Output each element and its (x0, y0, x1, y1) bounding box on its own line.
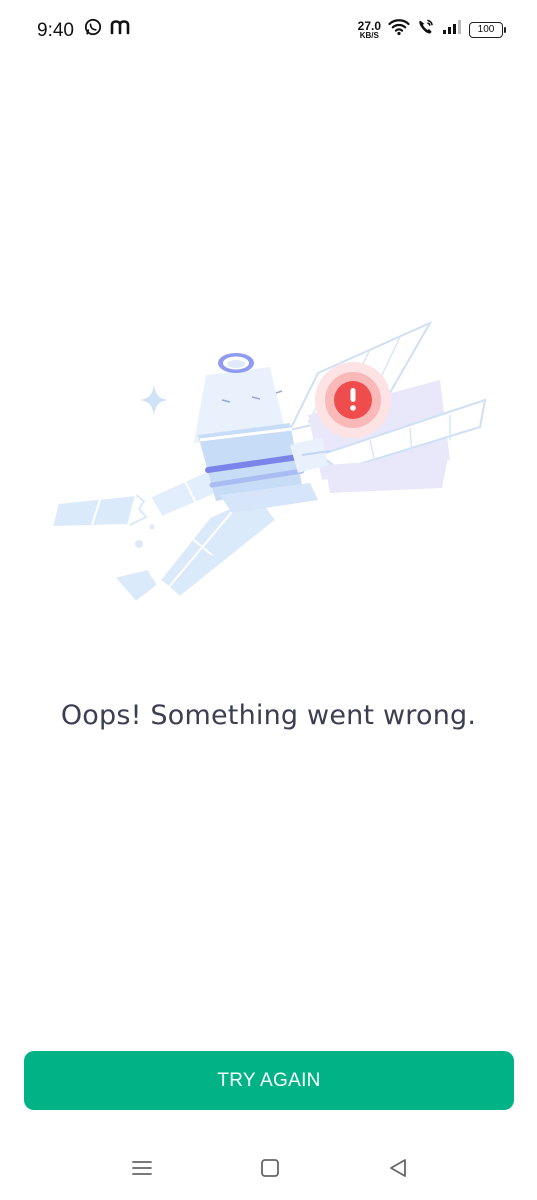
network-speed-value: 27.0 (357, 18, 381, 33)
status-bar: 9:40 27.0 KB/S 100 (0, 0, 537, 62)
home-icon[interactable] (255, 1154, 285, 1182)
back-icon[interactable] (383, 1154, 413, 1182)
status-left-icons (84, 18, 130, 41)
navigation-bar (0, 1140, 537, 1200)
battery-icon: 100 (469, 21, 506, 38)
network-speed-unit: KB/S (359, 30, 379, 40)
battery-level: 100 (477, 24, 495, 35)
satellite-body (194, 353, 331, 513)
status-time: 9:40 (37, 20, 74, 41)
sparkle-icon (140, 385, 168, 415)
try-again-button[interactable]: TRY AGAIN (24, 1051, 514, 1110)
broken-satellite-illustration (40, 305, 500, 615)
volte-call-icon (417, 18, 435, 41)
error-message: Oops! Something went wrong. (60, 700, 477, 731)
status-right-icons: 27.0 KB/S 100 (358, 18, 506, 41)
network-speed: 27.0 KB/S (358, 20, 381, 40)
menu-icon[interactable] (127, 1154, 157, 1182)
whatsapp-icon (84, 18, 102, 41)
left-solar-panel-upper (50, 463, 232, 529)
wifi-icon (388, 18, 410, 41)
signal-icon (442, 19, 462, 40)
left-solar-panel-lower (112, 493, 278, 604)
alert-icon (315, 362, 391, 438)
m-app-icon (110, 19, 130, 40)
